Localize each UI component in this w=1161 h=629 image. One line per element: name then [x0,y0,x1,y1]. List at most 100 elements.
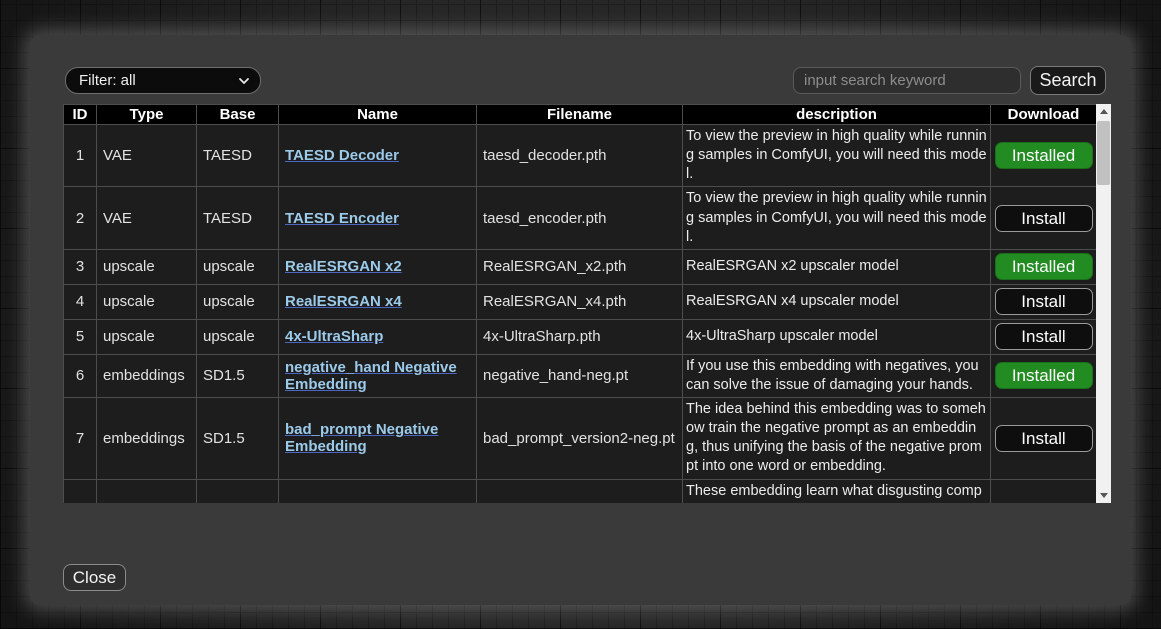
close-button[interactable]: Close [63,564,126,591]
table-row: These embedding learn what disgusting co… [64,479,1097,503]
cell-filename: RealESRGAN_x2.pth [477,249,683,284]
cell-name: RealESRGAN x4 [279,284,477,319]
cell-name [279,479,477,503]
search-button[interactable]: Search [1030,66,1106,95]
model-name-link[interactable]: TAESD Decoder [285,147,399,164]
model-name-link[interactable]: bad_prompt Negative Embedding [285,421,438,455]
scrollbar-up-button[interactable] [1096,104,1111,119]
search-input[interactable] [793,67,1021,94]
cell-type: upscale [97,284,197,319]
cell-id: 5 [64,319,97,354]
install-button[interactable]: Install [995,425,1093,452]
cell-download: Install [991,398,1097,480]
cell-name: 4x-UltraSharp [279,319,477,354]
table-row: 6embeddingsSD1.5negative_hand Negative E… [64,354,1097,397]
cell-download: Install [991,187,1097,249]
cell-base: SD1.5 [197,398,279,480]
scrollbar-down-button[interactable] [1096,488,1111,503]
table-scrollbar[interactable] [1096,104,1111,503]
triangle-down-icon [1100,493,1108,498]
cell-base: TAESD [197,125,279,187]
cell-description: To view the preview in high quality whil… [683,125,991,187]
cell-filename: taesd_encoder.pth [477,187,683,249]
model-name-link[interactable]: RealESRGAN x2 [285,258,402,275]
model-name-link[interactable]: 4x-UltraSharp [285,328,383,345]
cell-download: Installed [991,354,1097,397]
model-table: IDTypeBaseNameFilenamedescriptionDownloa… [63,104,1096,503]
column-header-name: Name [279,105,477,125]
cell-download: Installed [991,125,1097,187]
cell-description: 4x-UltraSharp upscaler model [683,319,991,354]
table-row: 7embeddingsSD1.5bad_prompt Negative Embe… [64,398,1097,480]
model-table-area: IDTypeBaseNameFilenamedescriptionDownloa… [63,104,1111,503]
cell-type: upscale [97,249,197,284]
cell-type: upscale [97,319,197,354]
cell-base: SD1.5 [197,354,279,397]
cell-description: The idea behind this embedding was to so… [683,398,991,480]
table-row: 3upscaleupscaleRealESRGAN x2RealESRGAN_x… [64,249,1097,284]
cell-description: RealESRGAN x2 upscaler model [683,249,991,284]
cell-name: bad_prompt Negative Embedding [279,398,477,480]
filter-select[interactable]: Filter: all [65,67,261,94]
table-row: 5upscaleupscale4x-UltraSharp4x-UltraShar… [64,319,1097,354]
cell-name: negative_hand Negative Embedding [279,354,477,397]
cell-type: VAE [97,187,197,249]
installed-button[interactable]: Installed [995,142,1093,169]
triangle-up-icon [1100,109,1108,114]
cell-name: TAESD Decoder [279,125,477,187]
scrollbar-thumb[interactable] [1097,121,1110,185]
cell-type: embeddings [97,398,197,480]
cell-description: To view the preview in high quality whil… [683,187,991,249]
column-header-filename: Filename [477,105,683,125]
installed-button[interactable]: Installed [995,253,1093,280]
cell-name: RealESRGAN x2 [279,249,477,284]
cell-base: upscale [197,249,279,284]
cell-type: embeddings [97,354,197,397]
chevron-down-icon [238,75,250,87]
cell-id [64,479,97,503]
cell-type [97,479,197,503]
cell-base: upscale [197,284,279,319]
column-header-base: Base [197,105,279,125]
cell-type: VAE [97,125,197,187]
installed-button[interactable]: Installed [995,362,1093,389]
cell-download: Install [991,284,1097,319]
cell-filename [477,479,683,503]
install-button[interactable]: Install [995,288,1093,315]
cell-id: 3 [64,249,97,284]
table-row: 1VAETAESD TAESD Decoder taesd_decoder.pthT… [64,125,1097,187]
cell-description: If you use this embedding with negatives… [683,354,991,397]
install-button[interactable]: Install [995,323,1093,350]
cell-filename: taesd_decoder.pth [477,125,683,187]
column-header-description: description [683,105,991,125]
install-button[interactable]: Install [995,205,1093,232]
table-row: 2VAETAESD TAESD Encoder taesd_encoder.pthT… [64,187,1097,249]
cell-id: 1 [64,125,97,187]
model-manager-dialog: Filter: all Search IDTypeBaseNameFilenam… [30,35,1131,605]
cell-id: 6 [64,354,97,397]
cell-id: 7 [64,398,97,480]
model-name-link[interactable]: negative_hand Negative Embedding [285,359,457,393]
column-header-download: Download [991,105,1097,125]
cell-filename: 4x-UltraSharp.pth [477,319,683,354]
model-name-link[interactable]: TAESD Encoder [285,210,399,227]
cell-description: RealESRGAN x4 upscaler model [683,284,991,319]
table-header-row: IDTypeBaseNameFilenamedescriptionDownloa… [64,105,1097,125]
cell-download [991,479,1097,503]
cell-filename: negative_hand-neg.pt [477,354,683,397]
cell-id: 4 [64,284,97,319]
cell-id: 2 [64,187,97,249]
cell-filename: bad_prompt_version2-neg.pt [477,398,683,480]
cell-description: These embedding learn what disgusting co… [683,479,991,503]
cell-name: TAESD Encoder [279,187,477,249]
cell-base: upscale [197,319,279,354]
cell-base [197,479,279,503]
cell-filename: RealESRGAN_x4.pth [477,284,683,319]
model-table-scroll: IDTypeBaseNameFilenamedescriptionDownloa… [63,104,1096,503]
model-name-link[interactable]: RealESRGAN x4 [285,293,402,310]
cell-base: TAESD [197,187,279,249]
column-header-id: ID [64,105,97,125]
table-row: 4upscaleupscaleRealESRGAN x4RealESRGAN_x… [64,284,1097,319]
cell-download: Install [991,319,1097,354]
column-header-type: Type [97,105,197,125]
